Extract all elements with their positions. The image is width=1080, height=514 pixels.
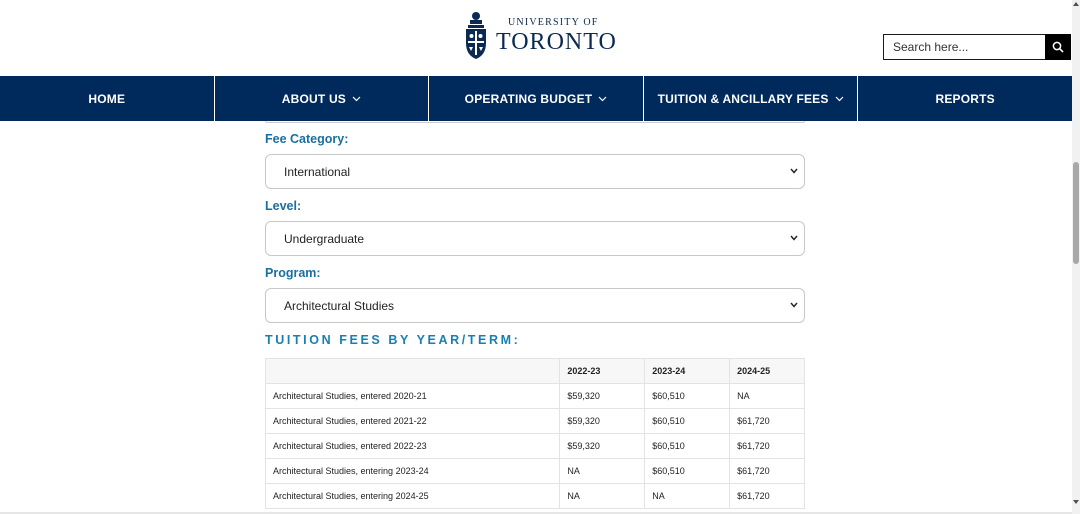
nav-reports[interactable]: REPORTS <box>858 76 1072 121</box>
fee-category-value: International <box>284 164 351 179</box>
program-label: Program: <box>265 266 321 280</box>
program-select[interactable]: Architectural Studies <box>265 288 805 323</box>
table-cell: Architectural Studies, entered 2021-22 <box>264 408 561 434</box>
table-cell: $59,320 <box>559 433 646 459</box>
column-header <box>264 358 561 384</box>
program-value: Architectural Studies <box>284 298 395 313</box>
table-cell: $61,720 <box>729 433 805 459</box>
chevron-down-icon <box>352 96 361 101</box>
logo-small-text: UNIVERSITY OF <box>508 17 599 28</box>
table-cell: NA <box>644 483 731 509</box>
crest-icon <box>466 12 486 59</box>
table-cell: Architectural Studies, entered 2020-21 <box>264 383 561 409</box>
table-cell: $60,510 <box>644 408 731 434</box>
previous-select-edge <box>265 121 805 123</box>
search-box <box>883 34 1071 60</box>
table-row: Architectural Studies, entering 2023-24 … <box>264 458 805 484</box>
page-scrollbar[interactable] <box>1072 0 1080 514</box>
fee-category-label: Fee Category: <box>265 132 349 146</box>
university-logo[interactable]: UNIVERSITY OF TORONTO <box>464 10 617 62</box>
table-row: Architectural Studies, entered 2021-22 $… <box>264 408 805 434</box>
table-cell: $60,510 <box>644 383 731 409</box>
tuition-fees-table: 2022-23 2023-24 2024-25 Architectural St… <box>264 358 805 509</box>
nav-operating-budget-label: OPERATING BUDGET <box>464 91 593 106</box>
level-label: Level: <box>265 199 302 213</box>
search-input[interactable] <box>883 34 1045 60</box>
search-button[interactable] <box>1045 34 1071 60</box>
table-cell: NA <box>559 458 646 484</box>
level-select[interactable]: Undergraduate <box>265 221 805 256</box>
nav-about-us[interactable]: ABOUT US <box>215 76 430 121</box>
table-row: Architectural Studies, entering 2024-25 … <box>264 483 805 509</box>
nav-home[interactable]: HOME <box>0 76 215 121</box>
table-row: Architectural Studies, entered 2022-23 $… <box>264 433 805 459</box>
table-cell: $61,720 <box>729 458 805 484</box>
chevron-down-icon <box>790 235 798 241</box>
table-cell: Architectural Studies, entered 2022-23 <box>264 433 561 459</box>
logo-big-text: TORONTO <box>496 29 617 55</box>
scroll-down-arrow-icon[interactable] <box>1072 498 1080 506</box>
table-header-row: 2022-23 2023-24 2024-25 <box>264 358 805 384</box>
nav-tuition-fees-label: TUITION & ANCILLARY FEES <box>657 91 829 106</box>
chevron-down-icon <box>790 302 798 308</box>
nav-reports-label: REPORTS <box>935 91 995 106</box>
search-icon <box>1052 41 1064 53</box>
table-row: Architectural Studies, entered 2020-21 $… <box>264 383 805 409</box>
column-header: 2024-25 <box>729 358 805 384</box>
table-cell: $61,720 <box>729 483 805 509</box>
column-header: 2022-23 <box>559 358 646 384</box>
main-nav: HOME ABOUT US OPERATING BUDGET TUITION &… <box>0 76 1072 121</box>
nav-about-us-label: ABOUT US <box>281 91 347 106</box>
chevron-down-icon <box>835 96 844 101</box>
site-header: UNIVERSITY OF TORONTO <box>0 0 1072 76</box>
chevron-down-icon <box>598 96 607 101</box>
table-cell: $59,320 <box>559 383 646 409</box>
nav-home-label: HOME <box>88 91 126 106</box>
column-header: 2023-24 <box>644 358 731 384</box>
scrollbar-thumb[interactable] <box>1073 162 1079 264</box>
nav-operating-budget[interactable]: OPERATING BUDGET <box>429 76 644 121</box>
table-cell: $59,320 <box>559 408 646 434</box>
tuition-fees-title: TUITION FEES BY YEAR/TERM: <box>265 333 521 347</box>
table-cell: Architectural Studies, entering 2024-25 <box>264 483 561 509</box>
table-cell: NA <box>559 483 646 509</box>
table-cell: $60,510 <box>644 458 731 484</box>
fee-category-select[interactable]: International <box>265 154 805 189</box>
level-value: Undergraduate <box>284 231 365 246</box>
chevron-down-icon <box>790 168 798 174</box>
scroll-up-arrow-icon[interactable] <box>1072 0 1080 8</box>
table-cell: Architectural Studies, entering 2023-24 <box>264 458 561 484</box>
nav-tuition-fees[interactable]: TUITION & ANCILLARY FEES <box>644 76 859 121</box>
table-cell: $61,720 <box>729 408 805 434</box>
table-cell: $60,510 <box>644 433 731 459</box>
table-cell: NA <box>729 383 805 409</box>
